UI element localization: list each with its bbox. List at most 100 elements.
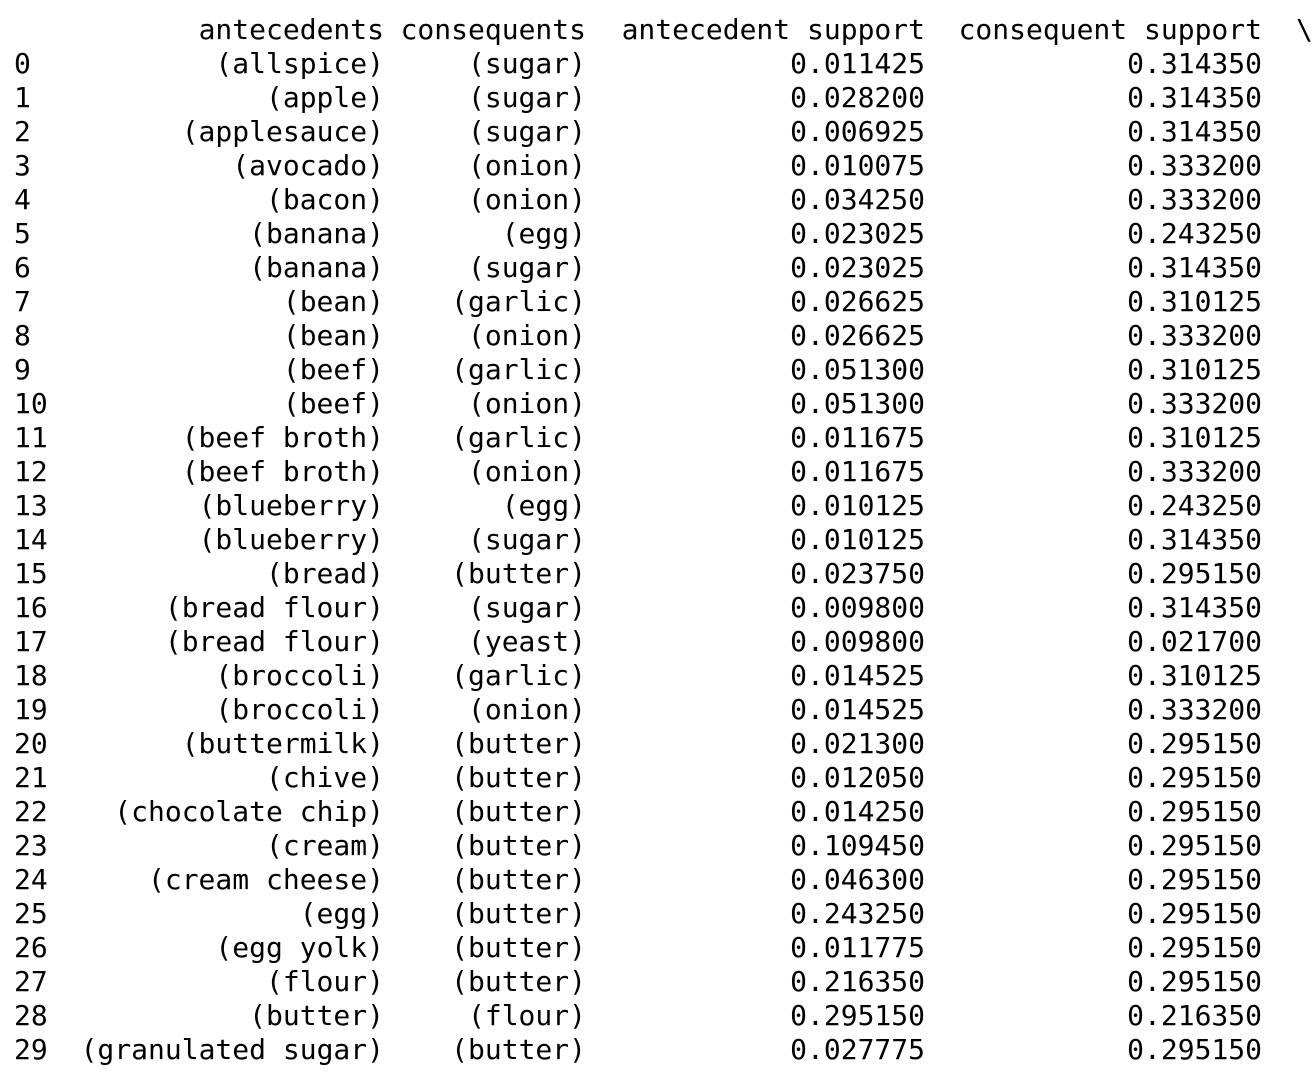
consequent-support-cell: 0.333200: [1127, 183, 1262, 216]
table-row: 24 (cream cheese) (butter) 0.046300 0.295150: [0, 863, 1316, 897]
consequents-cell: (egg): [501, 217, 586, 250]
row-index: 0: [14, 47, 31, 80]
antecedents-cell: (bread flour): [164, 625, 384, 658]
table-row: 22 (chocolate chip) (butter) 0.014250 0.2951…: [0, 795, 1316, 829]
antecedent-support-cell: 0.051300: [790, 387, 925, 420]
header-consequents: consequents: [400, 13, 586, 46]
consequents-cell: (garlic): [451, 421, 586, 454]
row-index: 2: [14, 115, 31, 148]
row-index: 19: [14, 693, 48, 726]
consequents-cell: (garlic): [451, 353, 586, 386]
row-index: 20: [14, 727, 48, 760]
consequent-support-cell: 0.310125: [1127, 659, 1262, 692]
antecedents-cell: (broccoli): [215, 693, 384, 726]
antecedent-support-cell: 0.014525: [790, 693, 925, 726]
antecedent-support-cell: 0.051300: [790, 353, 925, 386]
consequent-support-cell: 0.310125: [1127, 421, 1262, 454]
antecedents-cell: (egg yolk): [215, 931, 384, 964]
antecedent-support-cell: 0.026625: [790, 319, 925, 352]
consequents-cell: (butter): [451, 727, 586, 760]
row-index: 21: [14, 761, 48, 794]
consequent-support-cell: 0.314350: [1127, 47, 1262, 80]
row-index: 6: [14, 251, 31, 284]
header-antecedents: antecedents: [198, 13, 384, 46]
table-row: 11 (beef broth) (garlic) 0.011675 0.310125: [0, 421, 1316, 455]
antecedent-support-cell: 0.023025: [790, 217, 925, 250]
antecedent-support-cell: 0.010125: [790, 523, 925, 556]
consequents-cell: (butter): [451, 965, 586, 998]
consequents-cell: (butter): [451, 931, 586, 964]
consequents-cell: (onion): [467, 149, 586, 182]
column-continuation-marker: \: [1296, 13, 1313, 46]
consequent-support-cell: 0.295150: [1127, 1033, 1262, 1066]
antecedents-cell: (flour): [265, 965, 384, 998]
table-row: 12 (beef broth) (onion) 0.011675 0.333200: [0, 455, 1316, 489]
antecedent-support-cell: 0.011775: [790, 931, 925, 964]
antecedents-cell: (blueberry): [198, 489, 384, 522]
header-antecedent-support: antecedent support: [621, 13, 925, 46]
antecedent-support-cell: 0.011425: [790, 47, 925, 80]
row-index: 29: [14, 1033, 48, 1066]
row-index: 11: [14, 421, 48, 454]
consequents-cell: (butter): [451, 557, 586, 590]
table-row: 29 (granulated sugar) (butter) 0.027775 0.29…: [0, 1033, 1316, 1067]
table-row: 16 (bread flour) (sugar) 0.009800 0.314350: [0, 591, 1316, 625]
antecedent-support-cell: 0.023750: [790, 557, 925, 590]
antecedents-cell: (avocado): [232, 149, 384, 182]
antecedents-cell: (blueberry): [198, 523, 384, 556]
table-row: 10 (beef) (onion) 0.051300 0.333200: [0, 387, 1316, 421]
antecedents-cell: (cream): [265, 829, 384, 862]
table-row: 9 (beef) (garlic) 0.051300 0.310125: [0, 353, 1316, 387]
consequents-cell: (butter): [451, 795, 586, 828]
consequents-cell: (egg): [501, 489, 586, 522]
consequent-support-cell: 0.295150: [1127, 761, 1262, 794]
consequents-cell: (onion): [467, 693, 586, 726]
consequents-cell: (butter): [451, 761, 586, 794]
row-index: 16: [14, 591, 48, 624]
consequent-support-cell: 0.295150: [1127, 897, 1262, 930]
row-index: 7: [14, 285, 31, 318]
consequent-support-cell: 0.295150: [1127, 557, 1262, 590]
row-index: 24: [14, 863, 48, 896]
consequent-support-cell: 0.333200: [1127, 693, 1262, 726]
header-consequent-support: consequent support: [958, 13, 1262, 46]
antecedents-cell: (apple): [265, 81, 384, 114]
antecedents-cell: (chocolate chip): [114, 795, 384, 828]
consequents-cell: (sugar): [467, 47, 586, 80]
antecedents-cell: (broccoli): [215, 659, 384, 692]
row-index: 5: [14, 217, 31, 250]
table-row: 26 (egg yolk) (butter) 0.011775 0.295150: [0, 931, 1316, 965]
row-index: 27: [14, 965, 48, 998]
consequents-cell: (onion): [467, 183, 586, 216]
row-index: 26: [14, 931, 48, 964]
antecedents-cell: (beef broth): [181, 455, 384, 488]
antecedents-cell: (beef broth): [181, 421, 384, 454]
antecedent-support-cell: 0.021300: [790, 727, 925, 760]
table-row: 1 (apple) (sugar) 0.028200 0.314350: [0, 81, 1316, 115]
consequents-cell: (butter): [451, 829, 586, 862]
antecedents-cell: (buttermilk): [181, 727, 384, 760]
antecedents-cell: (banana): [249, 217, 384, 250]
consequents-cell: (sugar): [467, 523, 586, 556]
consequent-support-cell: 0.295150: [1127, 829, 1262, 862]
antecedents-cell: (beef): [282, 353, 384, 386]
antecedents-cell: (bean): [282, 285, 384, 318]
row-index: 28: [14, 999, 48, 1032]
table-row: 19 (broccoli) (onion) 0.014525 0.333200: [0, 693, 1316, 727]
consequent-support-cell: 0.295150: [1127, 965, 1262, 998]
consequent-support-cell: 0.314350: [1127, 81, 1262, 114]
table-row: 7 (bean) (garlic) 0.026625 0.310125: [0, 285, 1316, 319]
antecedents-cell: (bread flour): [164, 591, 384, 624]
consequents-cell: (butter): [451, 897, 586, 930]
antecedents-cell: (bread): [265, 557, 384, 590]
antecedents-cell: (allspice): [215, 47, 384, 80]
row-index: 12: [14, 455, 48, 488]
consequent-support-cell: 0.243250: [1127, 217, 1262, 250]
row-index: 23: [14, 829, 48, 862]
antecedent-support-cell: 0.295150: [790, 999, 925, 1032]
table-row: 23 (cream) (butter) 0.109450 0.295150: [0, 829, 1316, 863]
consequent-support-cell: 0.243250: [1127, 489, 1262, 522]
table-row: 6 (banana) (sugar) 0.023025 0.314350: [0, 251, 1316, 285]
row-index: 4: [14, 183, 31, 216]
consequents-cell: (garlic): [451, 659, 586, 692]
